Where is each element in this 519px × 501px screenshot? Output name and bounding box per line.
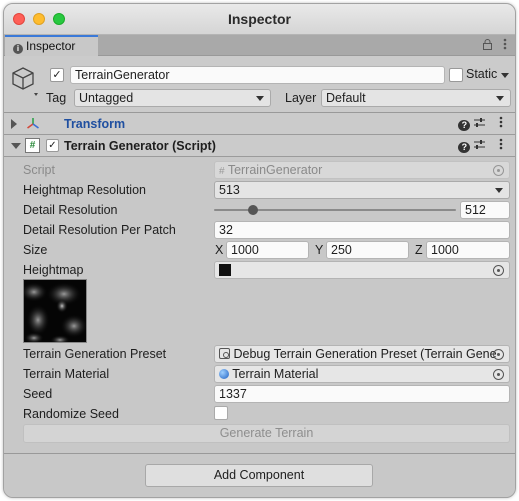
chevron-down-icon (495, 188, 503, 193)
script-value: TerrainGenerator (227, 163, 323, 177)
object-picker-icon[interactable] (493, 349, 504, 360)
heightmap-thumbnail-small (219, 264, 231, 276)
size-z-field[interactable]: 1000 (426, 241, 510, 259)
gameobject-cube-icon[interactable] (11, 66, 45, 96)
object-picker-icon[interactable] (493, 265, 504, 276)
heightmap-label: Heightmap (23, 263, 84, 277)
tab-bar: i Inspector (4, 35, 515, 56)
chevron-down-icon (256, 96, 264, 101)
object-name-field[interactable]: TerrainGenerator (70, 66, 445, 84)
size-y-label: Y (315, 243, 324, 257)
static-dropdown-arrow[interactable] (501, 73, 509, 78)
heightmap-resolution-label: Heightmap Resolution (23, 183, 146, 197)
script-field: # TerrainGenerator (214, 161, 510, 179)
seed-field[interactable]: 1337 (214, 385, 510, 403)
more-options-icon[interactable] (495, 116, 507, 131)
detail-resolution-field[interactable]: 512 (460, 201, 510, 219)
heightmap-preview (23, 279, 87, 343)
script-label: Script (23, 163, 55, 177)
tab-tools (475, 38, 507, 53)
generate-terrain-button[interactable]: Generate Terrain (23, 424, 510, 443)
preset-sliders-icon[interactable] (474, 139, 486, 153)
preset-sliders-icon[interactable] (474, 117, 486, 131)
more-options-icon[interactable] (495, 138, 507, 153)
lock-icon[interactable] (482, 39, 495, 53)
terrain-generator-tools: ? (446, 138, 507, 153)
material-label: Terrain Material (23, 367, 110, 381)
preset-label: Terrain Generation Preset (23, 347, 167, 361)
transform-title: Transform (64, 117, 126, 131)
heightmap-resolution-value: 513 (219, 183, 240, 197)
tag-value: Untagged (79, 91, 134, 105)
more-options-icon[interactable] (503, 38, 507, 53)
material-field[interactable]: Terrain Material (214, 365, 510, 383)
tab-inspector-label: Inspector (26, 39, 76, 53)
material-sphere-icon (219, 369, 229, 379)
detail-resolution-label: Detail Resolution (23, 203, 118, 217)
active-checkbox[interactable]: ✓ (50, 68, 64, 82)
static-label: Static (466, 67, 498, 81)
object-picker-icon[interactable] (493, 369, 504, 380)
detail-resolution-slider-thumb[interactable] (247, 205, 258, 215)
title-bar: Inspector (4, 4, 515, 35)
tab-inspector[interactable]: i Inspector (5, 35, 98, 56)
add-component-button[interactable]: Add Component (145, 464, 373, 487)
layer-label: Layer (285, 91, 317, 105)
size-y-field[interactable]: 250 (326, 241, 409, 259)
inspector-window: Inspector i Inspector ✓ TerrainGenerator … (3, 3, 516, 498)
foldout-arrow-icon[interactable] (11, 119, 17, 129)
transform-tools: ? (446, 116, 507, 131)
material-value: Terrain Material (232, 367, 319, 381)
detail-per-patch-label: Detail Resolution Per Patch (23, 223, 176, 237)
heightmap-resolution-dropdown[interactable]: 513 (214, 181, 510, 199)
layer-value: Default (326, 91, 366, 105)
heightmap-field[interactable] (214, 261, 510, 279)
randomize-seed-label: Randomize Seed (23, 407, 119, 421)
foldout-arrow-icon[interactable] (11, 143, 21, 149)
static-checkbox[interactable] (449, 68, 463, 82)
component-enabled-checkbox[interactable]: ✓ (46, 139, 59, 152)
help-icon[interactable]: ? (452, 139, 471, 153)
seed-label: Seed (23, 387, 53, 401)
preset-field[interactable]: Debug Terrain Generation Preset (Terrain… (214, 345, 510, 363)
component-transform[interactable]: Transform ? (4, 113, 515, 135)
layer-dropdown[interactable]: Default (321, 89, 511, 107)
preset-value: Debug Terrain Generation Preset (Terrain… (233, 347, 497, 361)
chevron-down-icon (496, 96, 504, 101)
size-x-field[interactable]: 1000 (226, 241, 309, 259)
component-terrain-generator[interactable]: # ✓ Terrain Generator (Script) ? (4, 135, 515, 157)
window-title: Inspector (227, 11, 291, 27)
info-icon: i (13, 44, 23, 54)
size-label: Size (23, 243, 48, 257)
scriptable-object-icon (219, 348, 230, 359)
script-hash-icon: # (219, 166, 225, 177)
transform-icon (26, 117, 40, 134)
terrain-generator-title: Terrain Generator (Script) (64, 139, 216, 153)
size-z-label: Z (415, 243, 423, 257)
footer: Add Component (4, 453, 515, 497)
object-header: ✓ TerrainGenerator Static Tag Untagged L… (4, 56, 515, 113)
randomize-seed-checkbox[interactable] (214, 406, 228, 420)
tag-dropdown[interactable]: Untagged (74, 89, 271, 107)
script-hash-icon: # (25, 138, 40, 153)
tag-label: Tag (46, 91, 67, 105)
size-x-label: X (215, 243, 224, 257)
object-picker-icon (493, 165, 504, 176)
help-icon[interactable]: ? (452, 117, 471, 131)
detail-per-patch-field[interactable]: 32 (214, 221, 510, 239)
